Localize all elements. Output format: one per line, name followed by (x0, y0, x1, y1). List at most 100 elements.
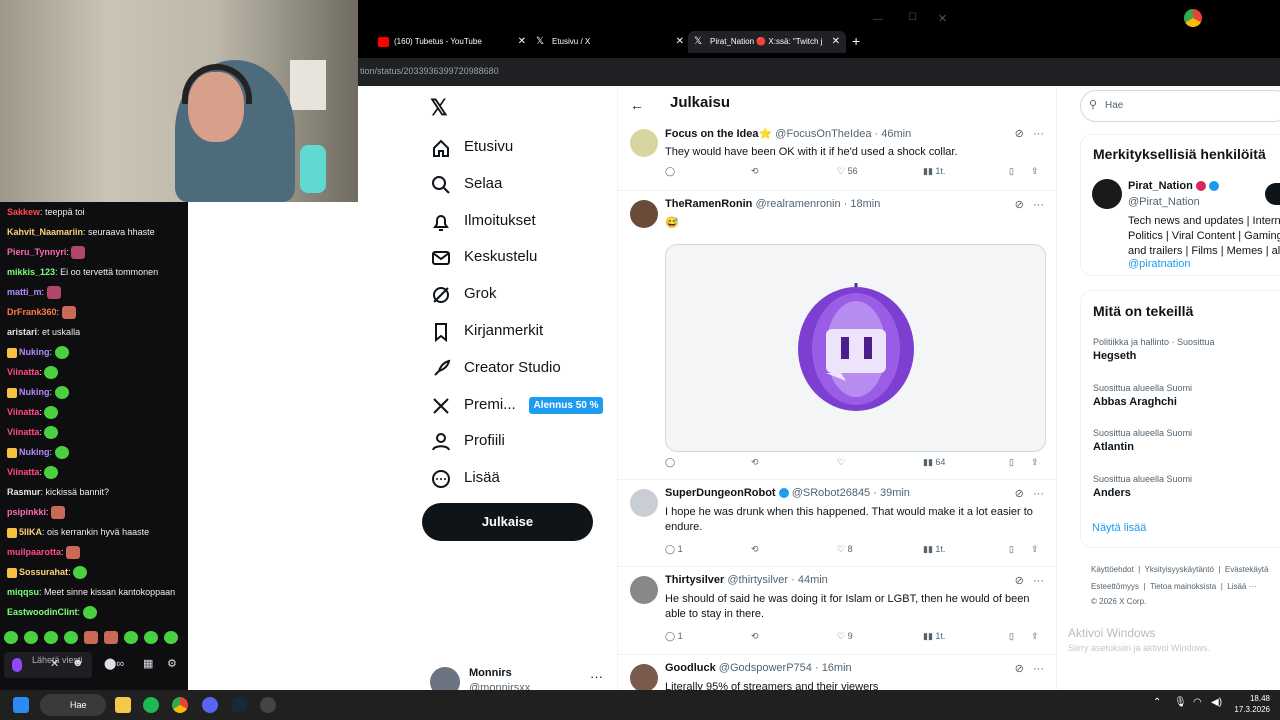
emote-icon[interactable] (164, 631, 178, 645)
tweet-author[interactable]: Thirtysilver @thirtysilver · 44min (665, 574, 828, 586)
share-icon[interactable]: ⇪ (1031, 544, 1039, 555)
chat-username[interactable]: mikkis_123 (7, 267, 55, 277)
store-icon[interactable]: ▦ (143, 657, 153, 671)
bookmark-icon[interactable]: ▯ (1009, 166, 1014, 177)
mic-icon[interactable] (12, 658, 22, 672)
bookmark-icon[interactable]: ▯ (1009, 544, 1014, 555)
emote-icon[interactable] (124, 631, 138, 645)
chrome-icon[interactable] (1184, 9, 1202, 27)
nav-item-keskustelu[interactable]: Keskustelu (430, 243, 610, 271)
reply-button[interactable]: ◯ 1 (665, 631, 683, 642)
chat-username[interactable]: Pieru_Tynnyri (7, 247, 66, 257)
account-switcher[interactable]: Monnirs @monnirsxx ··· (430, 663, 610, 697)
avatar[interactable] (630, 489, 658, 517)
emote-icon[interactable] (84, 631, 98, 645)
emote-icon[interactable] (24, 631, 38, 645)
windows-start-icon[interactable] (13, 697, 29, 713)
chat-username[interactable]: Nuking (19, 347, 50, 357)
taskbar-search[interactable]: Hae (40, 694, 106, 716)
chat-username[interactable]: Nuking (19, 447, 50, 457)
grok-icon[interactable]: ⊘ (1015, 575, 1024, 587)
close-tab-icon[interactable]: ✕ (676, 31, 684, 53)
trend-item[interactable]: Suosittua alueella Suomi Anders (1093, 474, 1280, 499)
tweet[interactable]: SuperDungeonRobot @SRobot26845 · 39min ⊘ … (618, 481, 1056, 567)
settings-gear-icon[interactable]: ⚙ (167, 657, 177, 671)
like-button[interactable]: ♡ (837, 457, 845, 468)
follow-button[interactable] (1265, 183, 1280, 205)
chat-username[interactable]: Viinatta (7, 467, 39, 477)
tweet-author[interactable]: Focus on the Idea⭐ @FocusOnTheIdea · 46m… (665, 127, 911, 140)
chat-username[interactable]: Nuking (19, 387, 50, 397)
footer-link-privacy[interactable]: Yksityisyyskäytäntö (1145, 565, 1214, 574)
close-icon[interactable]: ✕ (50, 657, 59, 671)
nav-item-ilmoitukset[interactable]: Ilmoitukset (430, 207, 610, 235)
bits-icon[interactable]: ⬤∞ (104, 657, 124, 671)
close-tab-icon[interactable]: ✕ (832, 31, 840, 53)
share-icon[interactable]: ⇪ (1031, 457, 1039, 468)
bio-link[interactable]: @piratnation (1128, 258, 1191, 270)
tab-youtube[interactable]: (160) Tubetus - YouTube ✕ (372, 31, 532, 53)
chat-username[interactable]: muilpaarotta (7, 547, 61, 557)
footer-link-cookies[interactable]: Evästekäytä (1225, 565, 1269, 574)
chat-username[interactable]: Sossurahat (19, 567, 68, 577)
window-maximize-icon[interactable]: ☐ (908, 12, 917, 23)
post-button[interactable]: Julkaise (422, 503, 593, 541)
tweet[interactable]: Thirtysilver @thirtysilver · 44min ⊘ ··· H… (618, 568, 1056, 655)
more-icon[interactable]: ··· (1033, 663, 1044, 675)
chrome-icon[interactable] (172, 697, 188, 713)
obs-icon[interactable] (260, 697, 276, 713)
tray-chevron-icon[interactable]: ⌃ (1153, 697, 1161, 708)
chat-username[interactable]: Sakkew (7, 207, 40, 217)
retweet-button[interactable]: ⟲ (751, 544, 759, 555)
trend-item[interactable]: Suosittua alueella Suomi Atlantin (1093, 428, 1280, 453)
footer-link-terms[interactable]: Käyttöehdot (1091, 565, 1134, 574)
views-button[interactable]: ▮▮ 64 (923, 457, 945, 468)
more-icon[interactable]: ··· (1033, 575, 1044, 587)
tab-x-post[interactable]: 𝕏 Pirat_Nation 🔴 X:ssä: "Twitch j ✕ (688, 31, 846, 53)
premium-discount-badge[interactable]: Alennus 50 % (529, 397, 603, 414)
trend-item[interactable]: Suosittua alueella Suomi Abbas Araghchi (1093, 383, 1280, 408)
chat-username[interactable]: Viinatta (7, 407, 39, 417)
footer-link-ads[interactable]: Tietoa mainoksista (1150, 582, 1216, 591)
nav-item-grok[interactable]: Grok (430, 280, 610, 308)
chat-username[interactable]: DrFrank360 (7, 307, 57, 317)
emote-icon[interactable] (4, 631, 18, 645)
chat-username[interactable]: Kahvit_Naamariin (7, 227, 83, 237)
avatar[interactable] (630, 576, 658, 604)
avatar[interactable] (630, 200, 658, 228)
new-tab-icon[interactable]: + (852, 33, 860, 49)
bookmark-icon[interactable]: ▯ (1009, 631, 1014, 642)
search-input[interactable]: Hae (1080, 90, 1280, 122)
chat-username[interactable]: 5IIKA (19, 527, 42, 537)
chat-username[interactable]: matti_m (7, 287, 42, 297)
retweet-button[interactable]: ⟲ (751, 166, 759, 177)
tab-x-home[interactable]: 𝕏 Etusivu / X ✕ (530, 31, 690, 53)
chat-username[interactable]: aristari (7, 327, 37, 337)
chat-username[interactable]: psipinkki (7, 507, 46, 517)
nav-item-etusivu[interactable]: Etusivu (430, 133, 610, 161)
emote-icon[interactable] (104, 631, 118, 645)
tweet[interactable]: TheRamenRonin @realramenronin · 18min ⊘ ·… (618, 192, 1056, 480)
avatar[interactable] (1092, 179, 1122, 209)
nav-item-selaa[interactable]: Selaa (430, 170, 610, 198)
emote-icon[interactable] (64, 631, 78, 645)
steam-icon[interactable] (231, 697, 247, 713)
wifi-icon[interactable]: ◠ (1193, 697, 1202, 708)
more-icon[interactable]: ··· (1033, 199, 1044, 211)
avatar[interactable] (630, 129, 658, 157)
tweet-media-image[interactable] (665, 244, 1046, 452)
chat-username[interactable]: EastwoodinClint (7, 607, 78, 617)
tweet-author[interactable]: SuperDungeonRobot @SRobot26845 · 39min (665, 487, 910, 499)
emote-icon[interactable] (44, 631, 58, 645)
nav-item-creator-studio[interactable]: Creator Studio (430, 354, 610, 382)
nav-item-lisää[interactable]: Lisää (430, 464, 610, 492)
like-button[interactable]: ♡ 9 (837, 631, 853, 642)
nav-item-profiili[interactable]: Profiili (430, 427, 610, 455)
reply-button[interactable]: ◯ 1 (665, 544, 683, 555)
spotify-icon[interactable] (143, 697, 159, 713)
reply-button[interactable]: ◯ (665, 166, 675, 177)
nav-item-kirjanmerkit[interactable]: Kirjanmerkit (430, 317, 610, 345)
window-minimize-icon[interactable]: — (873, 14, 883, 25)
footer-link-more[interactable]: Lisää ··· (1227, 582, 1256, 591)
reply-button[interactable]: ◯ (665, 457, 675, 468)
